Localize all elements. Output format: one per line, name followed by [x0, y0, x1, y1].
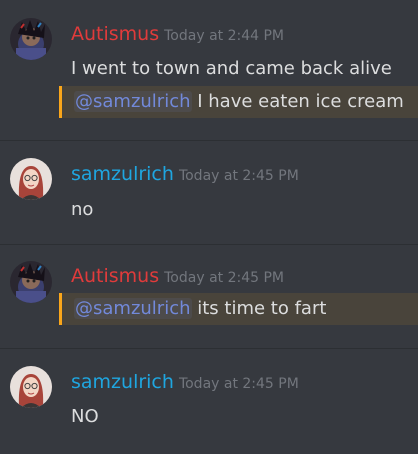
message-group: samzulrich Today at 2:45 PM no: [0, 141, 418, 244]
samzulrich-avatar-icon[interactable]: [10, 366, 52, 408]
message-content: I have eaten ice cream: [191, 91, 404, 112]
mention-message: @samzulrich I have eaten ice cream: [59, 86, 418, 118]
message-timestamp: Today at 2:45 PM: [178, 168, 299, 184]
message-text: I went to town and came back alive: [71, 56, 392, 82]
username[interactable]: Autismus: [71, 265, 159, 287]
message-timestamp: Today at 2:44 PM: [164, 28, 284, 44]
username[interactable]: Autismus: [71, 23, 159, 45]
message-timestamp: Today at 2:45 PM: [164, 270, 284, 286]
autismus-avatar-icon[interactable]: [10, 261, 52, 303]
username[interactable]: samzulrich: [71, 371, 174, 393]
message-content: NO: [71, 406, 99, 427]
message-content: I went to town and came back alive: [71, 58, 392, 79]
message-group: samzulrich Today at 2:45 PM NO: [0, 349, 418, 454]
samzulrich-avatar-icon[interactable]: [10, 158, 52, 200]
message-text: NO: [71, 404, 99, 430]
username[interactable]: samzulrich: [71, 163, 174, 185]
user-mention[interactable]: @samzulrich: [74, 298, 192, 319]
message-timestamp: Today at 2:45 PM: [178, 376, 299, 392]
user-mention[interactable]: @samzulrich: [74, 91, 192, 112]
chat-messages: Autismus Today at 2:44 PM I went to town …: [0, 0, 418, 454]
autismus-avatar-icon[interactable]: [10, 18, 52, 60]
message-content: its time to fart: [191, 298, 327, 319]
message-text: no: [71, 197, 93, 223]
message-group: Autismus Today at 2:44 PM I went to town …: [0, 0, 418, 140]
message-group: Autismus Today at 2:45 PM @samzulrich its…: [0, 245, 418, 348]
message-content: no: [71, 199, 94, 220]
mention-message: @samzulrich its time to fart: [59, 293, 418, 325]
